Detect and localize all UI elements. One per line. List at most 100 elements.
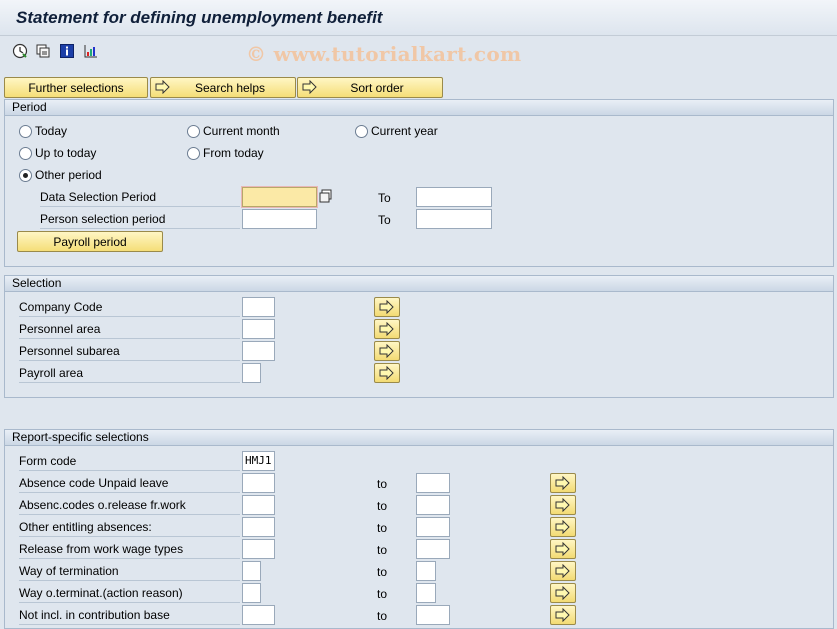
absence-codes-release-multiple-selection-button[interactable] (550, 495, 576, 515)
absence-codes-release-to-field[interactable] (416, 495, 450, 515)
to-label: to (377, 609, 388, 623)
arrow-right-icon (379, 300, 394, 314)
way-of-termination-label: Way of termination (19, 563, 240, 581)
release-wage-types-label: Release from work wage types (19, 541, 240, 559)
company-code-multiple-selection-button[interactable] (374, 297, 400, 317)
arrow-right-icon (555, 586, 570, 600)
execute-icon[interactable] (11, 42, 29, 60)
other-entitling-absences-label: Other entitling absences: (19, 519, 240, 537)
selection-options-icon[interactable] (82, 42, 100, 60)
radio-other-period[interactable]: Other period (19, 168, 102, 182)
absence-codes-release-label: Absenc.codes o.release fr.work (19, 497, 240, 515)
to-label: to (377, 543, 388, 557)
payroll-area-multiple-selection-button[interactable] (374, 363, 400, 383)
payroll-period-label: Payroll period (53, 234, 127, 249)
arrow-right-icon (555, 520, 570, 534)
person-selection-period-label: Person selection period (40, 211, 240, 229)
radio-today[interactable]: Today (19, 124, 67, 138)
arrow-right-icon (155, 79, 171, 97)
further-selections-label: Further selections (28, 80, 124, 95)
person-selection-from-field[interactable] (242, 209, 317, 229)
sort-order-button[interactable]: Sort order (297, 77, 443, 98)
to-label: To (378, 213, 391, 227)
way-of-termination-multiple-selection-button[interactable] (550, 561, 576, 581)
radio-from-today-label: From today (203, 146, 264, 160)
termination-action-reason-from-field[interactable] (242, 583, 261, 603)
personnel-area-multiple-selection-button[interactable] (374, 319, 400, 339)
radio-button[interactable] (187, 146, 200, 160)
other-entitling-absences-to-field[interactable] (416, 517, 450, 537)
personnel-subarea-label: Personnel subarea (19, 343, 240, 361)
title-bar: Statement for defining unemployment bene… (0, 0, 837, 36)
further-selections-button[interactable]: Further selections (4, 77, 148, 98)
radio-button[interactable] (19, 146, 32, 160)
person-selection-to-field[interactable] (416, 209, 492, 229)
absence-code-unpaid-leave-label: Absence code Unpaid leave (19, 475, 240, 493)
search-helps-button[interactable]: Search helps (150, 77, 296, 98)
report-specific-selections-header: Report-specific selections (5, 430, 833, 446)
info-icon[interactable] (58, 42, 76, 60)
not-incl-contribution-base-label: Not incl. in contribution base (19, 607, 240, 625)
arrow-right-icon (555, 542, 570, 556)
personnel-subarea-multiple-selection-button[interactable] (374, 341, 400, 361)
absence-codes-release-from-field[interactable] (242, 495, 275, 515)
radio-up-to-today-label: Up to today (35, 146, 97, 160)
multiple-selection-icon[interactable] (319, 189, 333, 206)
other-entitling-absences-multiple-selection-button[interactable] (550, 517, 576, 537)
form-code-label: Form code (19, 453, 240, 471)
to-label: to (377, 499, 388, 513)
radio-current-year-label: Current year (371, 124, 438, 138)
watermark: © www.tutorialkart.com (246, 42, 522, 66)
not-incl-contribution-base-to-field[interactable] (416, 605, 450, 625)
data-selection-to-field[interactable] (416, 187, 492, 207)
absence-code-unpaid-leave-from-field[interactable] (242, 473, 275, 493)
selection-group-header: Selection (5, 276, 833, 292)
get-variant-icon[interactable] (34, 42, 52, 60)
way-of-termination-to-field[interactable] (416, 561, 436, 581)
radio-button-selected[interactable] (19, 168, 32, 182)
radio-button[interactable] (187, 124, 200, 138)
to-label: to (377, 477, 388, 491)
absence-code-unpaid-leave-to-field[interactable] (416, 473, 450, 493)
sort-order-label: Sort order (350, 80, 404, 95)
radio-button[interactable] (19, 124, 32, 138)
radio-from-today[interactable]: From today (187, 146, 264, 160)
personnel-area-field[interactable] (242, 319, 275, 339)
company-code-field[interactable] (242, 297, 275, 317)
termination-action-reason-to-field[interactable] (416, 583, 436, 603)
other-entitling-absences-from-field[interactable] (242, 517, 275, 537)
data-selection-from-field[interactable] (242, 187, 317, 207)
to-label: to (377, 587, 388, 601)
radio-current-month[interactable]: Current month (187, 124, 280, 138)
release-wage-types-to-field[interactable] (416, 539, 450, 559)
radio-current-month-label: Current month (203, 124, 280, 138)
termination-action-reason-label: Way o.terminat.(action reason) (19, 585, 240, 603)
arrow-right-icon (302, 79, 318, 97)
personnel-area-label: Personnel area (19, 321, 240, 339)
radio-up-to-today[interactable]: Up to today (19, 146, 96, 160)
payroll-period-button[interactable]: Payroll period (17, 231, 163, 252)
radio-other-period-label: Other period (35, 168, 102, 182)
to-label: to (377, 565, 388, 579)
radio-button[interactable] (355, 124, 368, 138)
data-selection-period-label: Data Selection Period (40, 189, 240, 207)
personnel-subarea-field[interactable] (242, 341, 275, 361)
not-incl-contribution-base-multiple-selection-button[interactable] (550, 605, 576, 625)
form-code-field[interactable]: HMJ1 (242, 451, 275, 471)
release-wage-types-multiple-selection-button[interactable] (550, 539, 576, 559)
to-label: To (378, 191, 391, 205)
arrow-right-icon (555, 564, 570, 578)
arrow-right-icon (379, 322, 394, 336)
way-of-termination-from-field[interactable] (242, 561, 261, 581)
arrow-right-icon (379, 344, 394, 358)
release-wage-types-from-field[interactable] (242, 539, 275, 559)
not-incl-contribution-base-from-field[interactable] (242, 605, 275, 625)
arrow-right-icon (379, 366, 394, 380)
arrow-right-icon (555, 498, 570, 512)
termination-action-reason-multiple-selection-button[interactable] (550, 583, 576, 603)
absence-code-unpaid-leave-multiple-selection-button[interactable] (550, 473, 576, 493)
radio-today-label: Today (35, 124, 68, 138)
payroll-area-field[interactable] (242, 363, 261, 383)
arrow-right-icon (555, 476, 570, 490)
radio-current-year[interactable]: Current year (355, 124, 438, 138)
